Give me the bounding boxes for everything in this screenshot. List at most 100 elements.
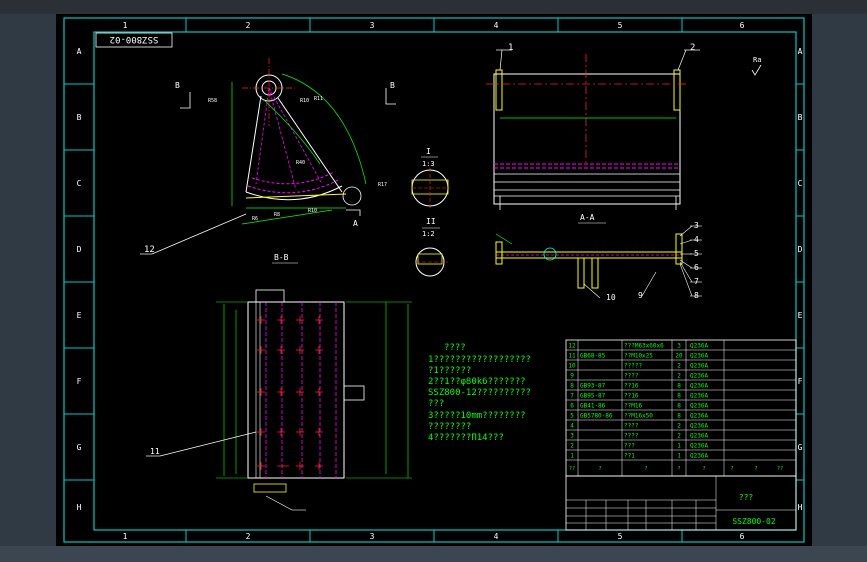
title-block: ??? SSZ800-02 ?? ? ? ? ? ? ? ?? (565, 466, 797, 531)
bom-cell-qty: 1 (677, 443, 681, 450)
svg-text:R11: R11 (314, 96, 323, 102)
bom-cell-mat: Q236A (690, 423, 708, 430)
bom-cell-qty: 3 (677, 343, 681, 350)
row-letter: A (798, 47, 803, 56)
bom-cell-qty: 8 (677, 393, 681, 400)
balloon-6: 6 (694, 263, 699, 272)
bom-cell-mat: Q236A (690, 403, 708, 410)
row-letter: E (798, 311, 803, 320)
zone-ticks (64, 18, 804, 542)
col-number: 2 (246, 21, 251, 30)
bom-cell-qty: 2 (677, 363, 681, 370)
bom-cell-qty: 2 (677, 433, 681, 440)
col-number: 3 (370, 532, 375, 541)
bom-cell-code: GB68-85 (580, 353, 606, 360)
cad-drawing-canvas[interactable]: 1 2 3 4 5 6 1 2 3 4 5 6 A B C D E F G H … (56, 14, 812, 546)
title-name: ??? (739, 493, 754, 502)
svg-text:R6: R6 (252, 216, 258, 222)
svg-text:R40: R40 (296, 160, 305, 166)
svg-text:?: ? (644, 466, 647, 472)
section-b-b: B-B 11 (146, 253, 412, 511)
balloon-1: 1 (508, 43, 513, 53)
col-number: 4 (494, 532, 499, 541)
balloon-12: 12 (144, 245, 155, 255)
bom-cell-name: ??16 (624, 383, 639, 390)
bom-cell-mat: Q236A (690, 343, 708, 350)
bom-cell-name: ???M63x60x6 (624, 343, 664, 350)
bom-cell-name: ???? (624, 423, 639, 430)
detail-views: I 1:3 II 1:2 (411, 147, 450, 277)
svg-text:?: ? (754, 466, 757, 472)
balloon-8: 8 (694, 291, 699, 300)
col-number: 5 (618, 532, 623, 541)
bom-cell-no: 3 (570, 433, 574, 440)
bom-cell-no: 12 (568, 343, 576, 350)
svg-text:??: ?? (777, 466, 783, 472)
viewport-right-margin (812, 14, 867, 546)
bom-cell-mat: Q236A (690, 413, 708, 420)
cut-label-b-right: B (390, 81, 395, 90)
bom-cell-mat: Q236A (690, 443, 708, 450)
note-line: 3?????10mm???????? (428, 411, 526, 421)
row-letter: A (77, 47, 82, 56)
bom-cell-no: 10 (568, 363, 576, 370)
bom-cell-qty: 20 (675, 353, 683, 360)
row-letter: G (798, 443, 803, 452)
svg-text:R10: R10 (308, 208, 317, 214)
roughness-symbol: Ra (751, 56, 761, 76)
row-letter: E (77, 311, 82, 320)
row-letter: C (77, 179, 82, 188)
drawing-number-rotated: SSZ800-02 (110, 34, 159, 44)
balloon-10: 10 (606, 293, 616, 302)
detail-II-label: II (426, 217, 436, 226)
cut-label-a: A (353, 219, 358, 228)
svg-text:?: ? (730, 466, 733, 472)
detail-I-scale: 1:3 (422, 160, 435, 168)
bom-cell-no: 7 (570, 393, 574, 400)
svg-text:R58: R58 (208, 98, 217, 104)
section-bb-title: B-B (274, 253, 289, 262)
bom-cell-no: 1 (570, 453, 574, 460)
bom-cell-name: ??M16 (624, 403, 642, 410)
bom-cell-qty: 1 (677, 453, 681, 460)
bom-cell-no: 5 (570, 413, 574, 420)
technical-notes: ???? 1?????????????????? ?1?????? 2??1??… (428, 343, 531, 443)
svg-text:R17: R17 (378, 182, 387, 188)
bom-cell-no: 11 (568, 353, 576, 360)
bom-cell-no: 4 (570, 423, 574, 430)
svg-text:?: ? (702, 466, 705, 472)
detail-II-scale: 1:2 (422, 230, 435, 238)
row-letter: H (798, 503, 803, 512)
bom-cell-qty: 8 (677, 403, 681, 410)
col-number: 5 (618, 21, 623, 30)
drawing-sheet: 1 2 3 4 5 6 1 2 3 4 5 6 A B C D E F G H … (63, 17, 805, 543)
bill-of-materials: 12 ???M63x60x6 3 Q236A11 GB68-85 ??M10x25 20 Q2… (565, 339, 797, 477)
bom-cell-qty: 8 (677, 413, 681, 420)
bom-cell-mat: Q236A (690, 383, 708, 390)
bom-cell-qty: 2 (677, 423, 681, 430)
balloon-4: 4 (694, 235, 699, 244)
bom-header: ?? ? ? ? ? ? ? ?? (569, 466, 783, 472)
bom-cell-name: ??M16x50 (624, 413, 653, 420)
bom-cell-qty: 2 (677, 373, 681, 380)
note-line: ?1?????? (428, 366, 471, 376)
cut-label-b-left: B (175, 81, 180, 90)
balloon-2: 2 (690, 43, 695, 53)
bom-cell-name: ????? (624, 363, 642, 370)
section-aa-title: A-A (580, 213, 595, 222)
bom-cell-mat: Q236A (690, 373, 708, 380)
row-letter: D (798, 245, 803, 254)
bom-cell-no: 9 (570, 373, 574, 380)
note-line: ???? (444, 343, 466, 353)
col-number: 1 (123, 532, 128, 541)
svg-text:R8: R8 (274, 212, 280, 218)
section-a-a: A-A 3 4 5 6 7 8 10 9 (495, 213, 702, 302)
bom-cell-name: ???? (624, 433, 639, 440)
balloon-11: 11 (150, 447, 160, 456)
bom-cell-no: 2 (570, 443, 574, 450)
bom-cell-code: GB95-87 (580, 393, 606, 400)
sector-view: R58 R10 R11 R40 R6 R8 R10 R17 B B A 12 (140, 58, 396, 255)
bom-cell-name: ??M10x25 (624, 353, 653, 360)
bom-cell-mat: Q236A (690, 353, 708, 360)
svg-text:??: ?? (569, 466, 575, 472)
